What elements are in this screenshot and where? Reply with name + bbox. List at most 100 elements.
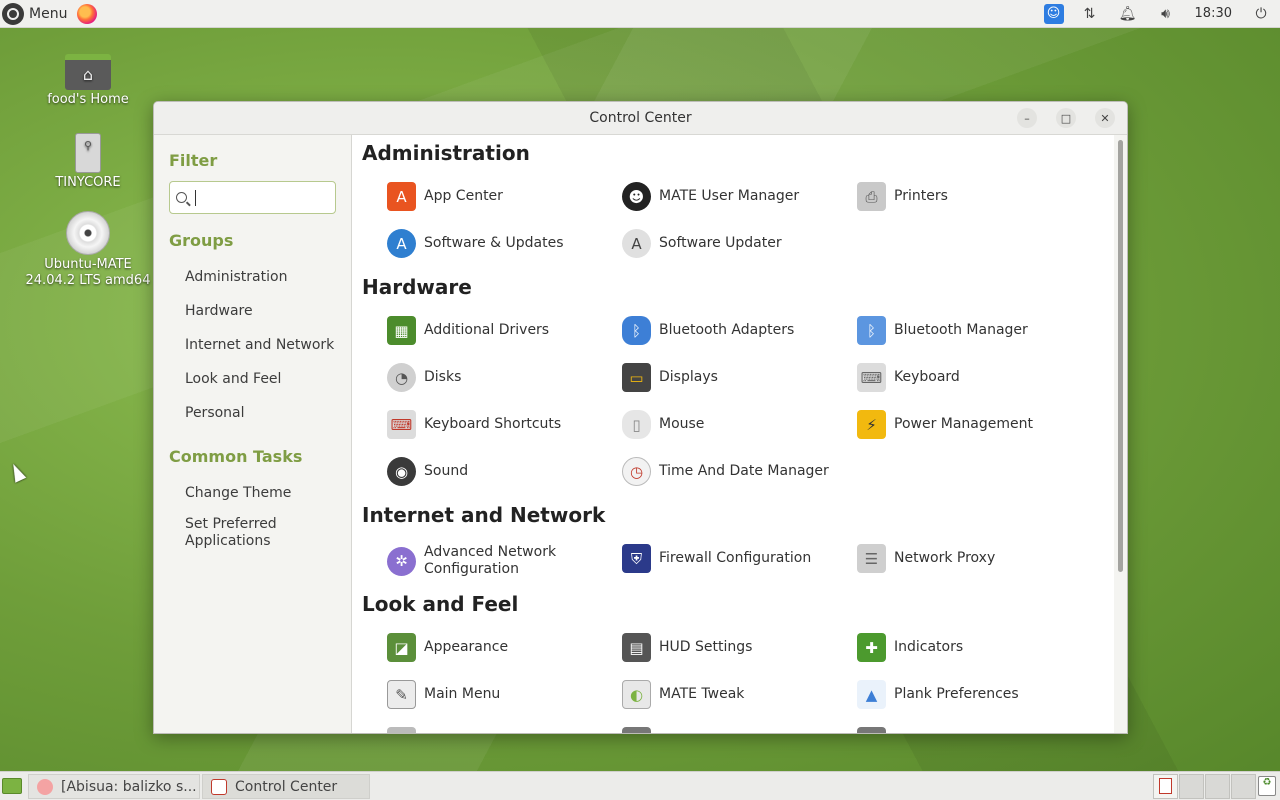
applet-app-center[interactable]: A App Center (387, 182, 612, 211)
usb-drive-icon: ⚲ (75, 133, 101, 173)
applet-appearance[interactable]: ◪ Appearance (387, 633, 612, 662)
applet-sound[interactable]: ◉ Sound (387, 457, 612, 486)
display-icon: ▭ (622, 363, 651, 392)
software-updates-icon: A (387, 229, 416, 258)
search-input[interactable] (195, 189, 325, 206)
applet-mate-tweak[interactable]: ◐ MATE Tweak (622, 680, 847, 709)
filter-heading: Filter (169, 151, 218, 170)
power-management-icon: ⚡ (857, 410, 886, 439)
taskbar-item-label: [Abisua: balizko s... (61, 778, 197, 795)
applet-firewall-configuration[interactable]: ⛨ Firewall Configuration (622, 544, 847, 573)
menu-button[interactable]: Menu (0, 0, 73, 28)
desktop-icon-label: Ubuntu-MATE 24.04.2 LTS amd64 (25, 257, 151, 288)
speaker-icon: ◉ (387, 457, 416, 486)
close-button[interactable]: ✕ (1095, 108, 1115, 128)
network-icon[interactable]: ⇅ (1078, 2, 1102, 26)
minimize-button[interactable]: – (1017, 108, 1037, 128)
applet-bluetooth-manager[interactable]: ᛒ Bluetooth Manager (857, 316, 1082, 345)
workspace-4[interactable] (1231, 774, 1256, 799)
applet-additional-drivers[interactable]: ▦ Additional Drivers (387, 316, 612, 345)
desktop-icon-ubuntu-mate[interactable]: Ubuntu-MATE 24.04.2 LTS amd64 (18, 211, 158, 289)
bluetooth-manager-icon: ᛒ (857, 316, 886, 345)
appearance-icon: ◪ (387, 633, 416, 662)
top-panel: Menu ☺ ⇅ 🔔︎ 🔊︎ 18:30 ⏻ (0, 0, 1280, 28)
applet-hud-settings[interactable]: ▤ HUD Settings (622, 633, 847, 662)
applet-mate-user-manager[interactable]: ☻ MATE User Manager (622, 182, 847, 211)
window-titlebar[interactable]: Control Center – □ ✕ (154, 102, 1127, 135)
bottom-panel: [Abisua: balizko s... Control Center ♻ (0, 771, 1280, 800)
taskbar-item-abisua[interactable]: [Abisua: balizko s... (28, 774, 200, 799)
applet-main-menu[interactable]: ✎ Main Menu (387, 680, 612, 709)
volume-icon[interactable]: 🔊︎ (1154, 2, 1178, 26)
applet-mouse[interactable]: ▯ Mouse (622, 410, 847, 439)
content-scrollbar[interactable] (1114, 135, 1127, 733)
applet-printers[interactable]: ⎙ Printers (857, 182, 1082, 211)
accessibility-icon[interactable]: ☺ (1043, 3, 1064, 24)
mouse-pointer-icon (7, 461, 27, 483)
applet-label: Power Management (894, 416, 1034, 432)
task-change-theme[interactable]: Change Theme (185, 485, 345, 502)
taskbar-item-control-center[interactable]: Control Center (202, 774, 370, 799)
applet-disks[interactable]: ◔ Disks (387, 363, 612, 392)
applet-keyboard[interactable]: ⌨ Keyboard (857, 363, 1082, 392)
workspace-3[interactable] (1205, 774, 1230, 799)
applet-displays[interactable]: ▭ Displays (622, 363, 847, 392)
applet-label: Keyboard (894, 369, 960, 385)
notification-bell-icon[interactable]: 🔔︎ (1116, 2, 1140, 26)
firefox-icon[interactable] (77, 3, 98, 24)
clock-icon: ◷ (622, 457, 651, 486)
applet-label: Software & Updates (424, 235, 564, 251)
applet-power-management[interactable]: ⚡ Power Management (857, 410, 1082, 439)
group-personal[interactable]: Personal (185, 405, 345, 422)
desktop-icon-tinycore[interactable]: ⚲ TINYCORE (18, 133, 158, 191)
sidebar: Filter Groups Administration Hardware In… (154, 135, 352, 733)
group-internet-network[interactable]: Internet and Network (185, 337, 345, 354)
desktop-icon-home[interactable]: ⌂ food's Home (18, 54, 158, 108)
mate-logo-icon (2, 2, 24, 25)
control-center-window: Control Center – □ ✕ Filter Groups Admin… (153, 101, 1128, 734)
applet-indicators[interactable]: ✚ Indicators (857, 633, 1082, 662)
section-title-hardware: Hardware (362, 275, 472, 299)
maximize-button[interactable]: □ (1056, 108, 1076, 128)
show-desktop-button[interactable] (2, 778, 22, 794)
group-hardware[interactable]: Hardware (185, 303, 345, 320)
common-tasks-heading: Common Tasks (169, 447, 303, 466)
disks-icon: ◔ (387, 363, 416, 392)
desktop-icon-label: TINYCORE (55, 175, 121, 190)
applet-time-and-date[interactable]: ◷ Time And Date Manager (622, 457, 847, 486)
group-look-and-feel[interactable]: Look and Feel (185, 371, 345, 388)
applet-label: HUD Settings (659, 639, 753, 655)
menu-label: Menu (29, 5, 68, 22)
workspace-2[interactable] (1179, 774, 1204, 799)
users-icon: ☻ (622, 182, 651, 211)
applet-software-updater[interactable]: A Software Updater (622, 229, 847, 258)
section-title-internet-network: Internet and Network (362, 503, 606, 527)
applet-label: Bluetooth Manager (894, 322, 1028, 338)
control-center-app-icon (211, 778, 227, 795)
applet-software-updates[interactable]: A Software & Updates (387, 229, 612, 258)
applet-advanced-network[interactable]: ✲ Advanced Network Configuration (387, 544, 612, 578)
keyboard-icon: ⌨ (857, 363, 886, 392)
applet-label: Displays (659, 369, 718, 385)
workspace-1[interactable] (1153, 774, 1178, 799)
task-set-preferred-applications[interactable]: Set Preferred Applications (185, 516, 345, 550)
applet-label: Time And Date Manager (659, 463, 829, 479)
trash-icon[interactable]: ♻ (1258, 776, 1276, 796)
applet-label: Software Updater (659, 235, 782, 251)
software-updater-icon: A (622, 229, 651, 258)
search-box[interactable] (169, 181, 336, 214)
scrollbar-thumb[interactable] (1118, 140, 1123, 572)
indicators-icon: ✚ (857, 633, 886, 662)
hud-icon: ▤ (622, 633, 651, 662)
applet-plank-preferences[interactable]: ▲ Plank Preferences (857, 680, 1082, 709)
power-icon[interactable]: ⏻ (1249, 2, 1273, 26)
applet-label: Main Menu (424, 686, 501, 702)
applet-bluetooth-adapters[interactable]: ᛒ Bluetooth Adapters (622, 316, 847, 345)
group-administration[interactable]: Administration (185, 269, 345, 286)
plank-icon: ▲ (857, 680, 886, 709)
applet-network-proxy[interactable]: ☰ Network Proxy (857, 544, 1082, 573)
chip-icon: ▦ (387, 316, 416, 345)
applet-keyboard-shortcuts[interactable]: ⌨ Keyboard Shortcuts (387, 410, 612, 439)
clock[interactable]: 18:30 (1195, 6, 1232, 21)
main-menu-icon: ✎ (387, 680, 416, 709)
